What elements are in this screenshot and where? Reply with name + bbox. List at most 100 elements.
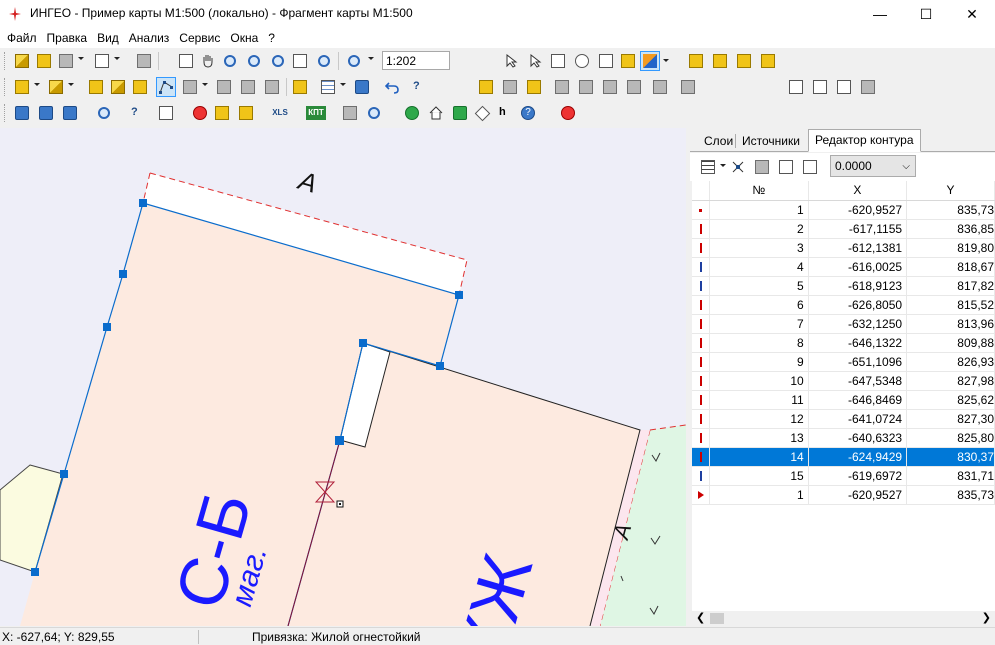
cell-x[interactable]: -616,0025: [808, 257, 908, 277]
coordinate-row[interactable]: 15 -619,6972 831,71: [692, 466, 995, 486]
route-3-button[interactable]: [60, 103, 80, 123]
coordinates-grid[interactable]: № X Y 1 -620,9527 835,73 2 -617,1155 836,85 3-…: [692, 181, 995, 611]
style-mode-button[interactable]: [640, 51, 660, 71]
select-frame-button[interactable]: [176, 51, 196, 71]
edit-contour-button[interactable]: [156, 77, 176, 97]
preview-dropdown-caret[interactable]: [114, 57, 120, 60]
measure-button[interactable]: [212, 103, 232, 123]
add-node-button[interactable]: [238, 77, 258, 97]
draw-line-button[interactable]: [180, 77, 200, 97]
cell-y[interactable]: 825,62: [906, 390, 995, 410]
kpt-button[interactable]: КПТ: [306, 103, 326, 123]
cell-x[interactable]: -641,0724: [808, 409, 908, 429]
cell-x[interactable]: -632,1250: [808, 314, 908, 334]
coordinate-row[interactable]: 10 -647,5348 827,98: [692, 371, 995, 391]
scroll-right-icon[interactable]: ❯: [982, 611, 991, 624]
cell-x[interactable]: -646,8469: [808, 390, 908, 410]
edit-object-button[interactable]: [86, 77, 106, 97]
measure-2-button[interactable]: [236, 103, 256, 123]
scrollbar-thumb[interactable]: [710, 613, 724, 624]
cell-number[interactable]: 14: [709, 447, 809, 467]
cell-x[interactable]: -618,9123: [808, 276, 908, 296]
search-button[interactable]: [94, 103, 114, 123]
coordinate-row[interactable]: 9 -651,1096 826,93: [692, 352, 995, 372]
boolean-xor-button[interactable]: [624, 77, 644, 97]
cell-y[interactable]: 818,67: [906, 257, 995, 277]
add-plugin-button[interactable]: [558, 103, 578, 123]
tab-sources[interactable]: Источники: [736, 131, 806, 152]
menu-edit[interactable]: Правка: [42, 28, 93, 48]
undo-button[interactable]: [382, 77, 402, 97]
menu-file[interactable]: Файл: [2, 28, 42, 48]
snap-4-button[interactable]: [758, 51, 778, 71]
scale-input[interactable]: [382, 51, 450, 70]
route-2-button[interactable]: [36, 103, 56, 123]
attach-1-button[interactable]: [476, 77, 496, 97]
select-poly-button[interactable]: [596, 51, 616, 71]
coordinate-row[interactable]: 4 -616,0025 818,67: [692, 257, 995, 277]
split-button[interactable]: [130, 77, 150, 97]
cell-y[interactable]: 815,52: [906, 295, 995, 315]
globe-button[interactable]: [402, 103, 422, 123]
cell-number[interactable]: 12: [709, 409, 809, 429]
menu-analysis[interactable]: Анализ: [124, 28, 175, 48]
help-button[interactable]: ?: [518, 103, 538, 123]
doc-1-button[interactable]: [786, 77, 806, 97]
map-canvas[interactable]: А А С-Б маг. КЖ: [0, 128, 686, 626]
forbid-button[interactable]: [190, 103, 210, 123]
doc-2-button[interactable]: [810, 77, 830, 97]
cell-number[interactable]: 8: [709, 333, 809, 353]
preview-button[interactable]: [92, 51, 112, 71]
zoom-in-button[interactable]: [244, 51, 264, 71]
zoom-extent-button[interactable]: [290, 51, 310, 71]
cell-number[interactable]: 9: [709, 352, 809, 372]
cell-number[interactable]: 1: [709, 200, 809, 220]
snap-3-button[interactable]: [734, 51, 754, 71]
cell-y[interactable]: 809,88: [906, 333, 995, 353]
cell-y[interactable]: 830,37: [906, 447, 995, 467]
snap-1-button[interactable]: [686, 51, 706, 71]
coordinate-row[interactable]: 1 -620,9527 835,73: [692, 200, 995, 220]
cell-y[interactable]: 817,82: [906, 276, 995, 296]
save-map-button[interactable]: [34, 51, 54, 71]
cell-number[interactable]: 7: [709, 314, 809, 334]
table-button[interactable]: [318, 77, 338, 97]
coordinate-row[interactable]: 14 -624,9429 830,37: [692, 447, 995, 467]
clip-button[interactable]: [678, 77, 698, 97]
coordinate-row[interactable]: 3 -612,1381 819,80: [692, 238, 995, 258]
attach-3-button[interactable]: [524, 77, 544, 97]
height-button[interactable]: h: [496, 103, 516, 123]
cell-y[interactable]: 836,85: [906, 219, 995, 239]
cell-number[interactable]: 11: [709, 390, 809, 410]
cell-x[interactable]: -646,1322: [808, 333, 908, 353]
print-button[interactable]: [134, 51, 154, 71]
layers-button[interactable]: [56, 51, 76, 71]
delete-node-button[interactable]: [262, 77, 282, 97]
cell-x[interactable]: -651,1096: [808, 352, 908, 372]
context-help-button[interactable]: ?: [410, 77, 430, 97]
table-caret[interactable]: [340, 83, 346, 86]
column-header-x[interactable]: X: [808, 181, 908, 201]
menu-service[interactable]: Сервис: [174, 28, 225, 48]
cell-y[interactable]: 835,73: [906, 200, 995, 220]
semantics-button[interactable]: [290, 77, 310, 97]
cell-x[interactable]: -619,6972: [808, 466, 908, 486]
route-1-button[interactable]: [12, 103, 32, 123]
snap-2-button[interactable]: [710, 51, 730, 71]
minimize-button[interactable]: —: [857, 0, 903, 28]
menu-help[interactable]: ?: [263, 28, 280, 48]
cell-number[interactable]: 4: [709, 257, 809, 277]
collapse-nodes-button[interactable]: [728, 157, 748, 177]
cell-x[interactable]: -612,1381: [808, 238, 908, 258]
home-button[interactable]: [426, 103, 446, 123]
new-shape-button[interactable]: [46, 77, 66, 97]
menu-view[interactable]: Вид: [92, 28, 124, 48]
tab-contour-editor[interactable]: Редактор контура: [808, 129, 921, 152]
cell-y[interactable]: 835,73: [906, 485, 995, 505]
tab-layers[interactable]: Слои: [698, 131, 739, 152]
doc-3-button[interactable]: [834, 77, 854, 97]
cell-x[interactable]: -624,9429: [808, 447, 908, 467]
cell-x[interactable]: -620,9527: [808, 200, 908, 220]
cell-number[interactable]: 6: [709, 295, 809, 315]
cell-y[interactable]: 831,71: [906, 466, 995, 486]
